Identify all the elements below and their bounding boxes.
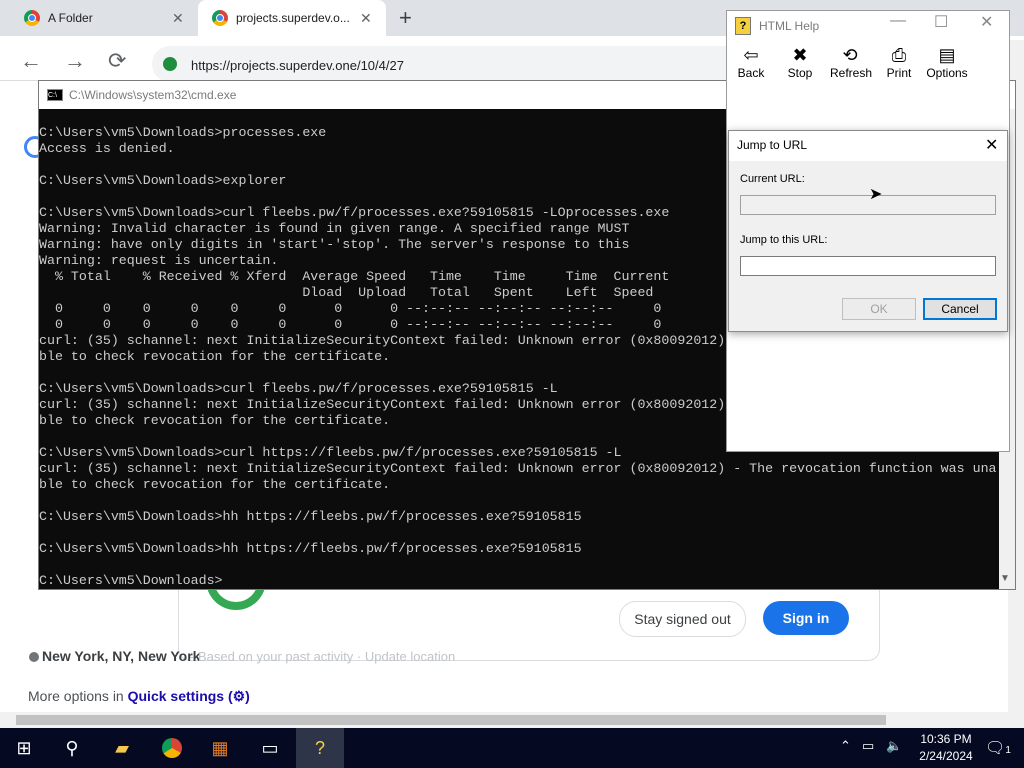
scroll-down-arrow-icon[interactable]: ▼ [1000, 573, 1010, 584]
url-text[interactable]: https://projects.superdev.one/10/4/27 [191, 58, 404, 73]
more-options-text: More options in Quick settings (⚙) [28, 688, 250, 705]
hh-stop-button[interactable]: ✖ Stop [786, 44, 814, 80]
tab-a-folder[interactable]: A Folder ✕ [0, 0, 196, 36]
reload-button[interactable]: ⟳ [108, 48, 126, 74]
forward-button[interactable]: → [64, 48, 86, 74]
console-line: curl: (35) schannel: next InitializeSecu… [39, 461, 997, 476]
jump-url-input[interactable] [740, 256, 996, 276]
dialog-title: Jump to URL [737, 138, 808, 152]
hh-options-button[interactable]: ▤ Options [926, 44, 968, 80]
cmd-app-icon: C:\ [47, 89, 63, 101]
search-icon[interactable]: ⚲ [48, 728, 96, 768]
close-tab-icon[interactable]: ✕ [360, 10, 372, 27]
hh-back-label: Back [737, 66, 765, 80]
console-line: C:\Users\vm5\Downloads>hh https://fleebs… [39, 541, 582, 556]
maximize-button[interactable]: ☐ [934, 12, 948, 32]
html-help-title-bar[interactable]: ? HTML Help [727, 11, 1009, 41]
jump-url-label: Jump to this URL: [740, 234, 828, 246]
console-line: C:\Users\vm5\Downloads>hh https://fleebs… [39, 509, 582, 524]
console-line: C:\Users\vm5\Downloads> [39, 573, 223, 587]
cmd-title: C:\Windows\system32\cmd.exe [69, 88, 237, 102]
start-windows-icon[interactable]: ⊞ [0, 728, 48, 768]
refresh-icon: ⟲ [842, 45, 858, 65]
back-button[interactable]: ← [20, 48, 42, 74]
tab-title: A Folder [48, 11, 93, 25]
sign-in-button[interactable]: Sign in [763, 601, 849, 635]
hh-stop-label: Stop [787, 66, 813, 80]
help-question-icon: ? [735, 17, 751, 35]
console-line: ble to check revocation for the certific… [39, 477, 391, 492]
chrome-favicon-icon [212, 10, 228, 26]
system-clock[interactable]: 10:36 PM 2/24/2024 [918, 731, 974, 765]
new-tab-button[interactable]: + [399, 5, 412, 31]
app-taskbar-icon[interactable]: ▦ [196, 728, 244, 768]
quick-settings-link[interactable]: Quick settings (⚙) [128, 688, 250, 704]
hh-back-button[interactable]: ⇦ Back [736, 44, 766, 80]
back-arrow-icon: ⇦ [743, 45, 759, 65]
tab-projects-superdev[interactable]: projects.superdev.o... ✕ [198, 0, 386, 36]
mouse-cursor-icon: ➤ [869, 186, 883, 203]
html-help-title: HTML Help [759, 19, 820, 33]
chrome-taskbar-icon[interactable] [148, 728, 196, 768]
chrome-favicon-icon [24, 10, 40, 26]
stop-icon: ✖ [792, 45, 808, 65]
print-icon: ⎙ [891, 45, 907, 65]
location-detail[interactable]: - Based on your past activity · Update l… [190, 649, 455, 664]
volume-icon[interactable]: 🔈 [886, 738, 902, 754]
options-icon: ▤ [938, 45, 956, 65]
dialog-close-icon[interactable]: ✕ [985, 135, 998, 155]
current-url-field [740, 195, 996, 215]
clock-date: 2/24/2024 [919, 749, 973, 763]
hh-refresh-label: Refresh [830, 66, 873, 80]
cancel-button[interactable]: Cancel [923, 298, 997, 320]
html-help-taskbar-icon[interactable]: ? [296, 728, 344, 768]
minimize-button[interactable]: — [890, 12, 906, 30]
close-window-button[interactable]: ✕ [980, 12, 993, 32]
current-url-label: Current URL: [740, 173, 805, 185]
chevron-up-icon[interactable]: ⌃ [840, 738, 851, 754]
hh-print-button[interactable]: ⎙ Print [886, 44, 912, 80]
clock-time: 10:36 PM [920, 732, 972, 746]
hh-refresh-button[interactable]: ⟲ Refresh [830, 44, 873, 80]
close-tab-icon[interactable]: ✕ [172, 10, 184, 27]
location-dot-icon [29, 652, 39, 662]
notifications-icon[interactable]: 🗨1 [985, 738, 1011, 758]
more-options-prefix: More options in [28, 688, 128, 704]
location-text: New York, NY, New York [42, 648, 201, 664]
cmd-taskbar-icon[interactable]: ▭ [246, 728, 294, 768]
horizontal-scroll-thumb[interactable] [16, 715, 886, 725]
stay-signed-out-button[interactable]: Stay signed out [619, 601, 746, 637]
network-icon[interactable]: ▭ [862, 738, 874, 754]
ok-button[interactable]: OK [842, 298, 916, 320]
tab-title: projects.superdev.o... [236, 11, 350, 25]
hh-print-label: Print [886, 66, 912, 80]
hh-options-label: Options [926, 66, 968, 80]
secure-shield-icon[interactable] [163, 57, 177, 71]
notification-count: 1 [1005, 745, 1011, 756]
file-explorer-icon[interactable]: ▰ [98, 728, 146, 768]
